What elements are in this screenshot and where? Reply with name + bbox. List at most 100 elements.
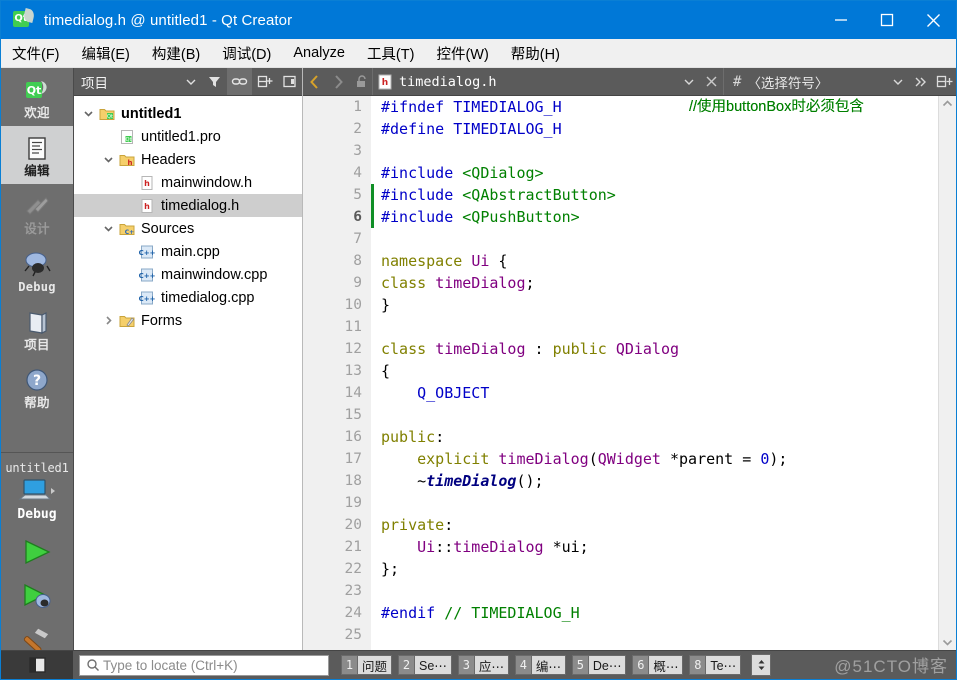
tree-item[interactable]: h mainwindow.h bbox=[74, 171, 302, 194]
mode-edit[interactable]: 编辑 bbox=[1, 126, 73, 184]
filter-icon[interactable] bbox=[202, 68, 227, 95]
tree-item[interactable]: C++ main.cpp bbox=[74, 240, 302, 263]
locator-input[interactable]: Type to locate (Ctrl+K) bbox=[79, 654, 329, 676]
mode-projects[interactable]: 项目 bbox=[1, 300, 73, 358]
mode-help[interactable]: ? 帮助 bbox=[1, 358, 73, 416]
code-line: }; bbox=[371, 558, 938, 580]
toolbar-overflow-icon[interactable] bbox=[910, 68, 933, 95]
qt-project-icon: Qt bbox=[96, 106, 118, 122]
menu-debug[interactable]: 调试(D) bbox=[211, 39, 282, 68]
minimize-button[interactable] bbox=[818, 1, 864, 39]
run-button[interactable] bbox=[17, 536, 57, 568]
tree-item[interactable]: h Headers bbox=[74, 148, 302, 171]
unlocked-padlock-icon[interactable] bbox=[349, 68, 372, 95]
code-line: namespace Ui { bbox=[371, 250, 938, 272]
up-down-arrows-icon[interactable] bbox=[751, 654, 772, 676]
code-text-area[interactable]: #ifndef TIMEDIALOG_H #define TIMEDIALOG_H… bbox=[371, 96, 938, 650]
code-line: class timeDialog : public QDialog bbox=[371, 338, 938, 360]
code-token: }; bbox=[381, 560, 400, 578]
close-button[interactable] bbox=[910, 1, 956, 39]
chevron-right-icon[interactable] bbox=[100, 315, 116, 326]
bug-icon bbox=[23, 250, 51, 280]
kit-selector[interactable]: untitled1 Debug bbox=[1, 453, 73, 522]
code-token: ~ bbox=[381, 472, 427, 490]
tree-item[interactable]: Qt untitled1.pro bbox=[74, 125, 302, 148]
chevron-down-icon[interactable] bbox=[942, 638, 953, 647]
code-token: public bbox=[552, 340, 616, 358]
line-number: 9 bbox=[353, 275, 362, 291]
tree-item-label: mainwindow.cpp bbox=[161, 266, 268, 283]
chevron-down-icon[interactable] bbox=[80, 108, 96, 119]
open-file-combo[interactable]: h timedialog.h bbox=[372, 68, 700, 95]
menu-window[interactable]: 控件(W) bbox=[425, 39, 499, 68]
split-add-icon[interactable] bbox=[252, 68, 277, 95]
line-number-gutter: 1 2 3 4 5 6 7 8 9 10 11 12 13 14 15 16 17 18 19 20 21 22 23 24 2… bbox=[303, 96, 383, 650]
chevron-up-icon[interactable] bbox=[942, 99, 953, 108]
tree-item[interactable]: C++ mainwindow.cpp bbox=[74, 263, 302, 286]
modified-line-marker bbox=[371, 184, 374, 206]
code-token: { bbox=[489, 252, 508, 270]
maximize-button[interactable] bbox=[864, 1, 910, 39]
code-token: *ui; bbox=[543, 538, 589, 556]
split-editor-icon[interactable] bbox=[933, 68, 956, 95]
project-view-combo[interactable]: 项目 bbox=[74, 72, 202, 92]
debug-button[interactable] bbox=[17, 580, 57, 612]
output-pane-button[interactable]: 3 应⋯ bbox=[457, 655, 509, 675]
close-editor-icon[interactable] bbox=[700, 68, 723, 95]
menu-file[interactable]: 文件(F) bbox=[1, 39, 71, 68]
code-token: #define bbox=[381, 120, 454, 138]
menu-analyze[interactable]: Analyze bbox=[282, 41, 356, 65]
tree-item[interactable]: C++ timedialog.cpp bbox=[74, 286, 302, 309]
close-panel-icon[interactable] bbox=[277, 68, 302, 95]
mode-design[interactable]: 设计 bbox=[1, 184, 73, 242]
tree-item[interactable]: h timedialog.h bbox=[74, 194, 302, 217]
output-pane-button[interactable]: 8 Te⋯ bbox=[689, 655, 742, 675]
mode-welcome[interactable]: Qt 欢迎 bbox=[1, 68, 73, 126]
output-pane-button[interactable]: 1 问题 bbox=[341, 655, 393, 675]
chevron-down-icon[interactable] bbox=[100, 154, 116, 165]
menu-edit[interactable]: 编辑(E) bbox=[71, 39, 141, 68]
project-tree[interactable]: Qt untitled1 Qt untitled1.pro h Headers h mainw… bbox=[74, 96, 302, 650]
menu-build[interactable]: 构建(B) bbox=[141, 39, 211, 68]
code-line: #include <QDialog> bbox=[371, 162, 938, 184]
link-sync-icon[interactable] bbox=[227, 68, 252, 95]
output-pane-button[interactable]: 4 编⋯ bbox=[514, 655, 566, 675]
forward-arrow-icon[interactable] bbox=[326, 68, 349, 95]
folder-forms-icon bbox=[116, 313, 138, 329]
line-number: 5 bbox=[353, 187, 362, 203]
svg-text:?: ? bbox=[33, 373, 41, 389]
chevron-down-icon[interactable] bbox=[100, 223, 116, 234]
code-token: explicit bbox=[417, 450, 499, 468]
code-line: explicit timeDialog(QWidget *parent = 0)… bbox=[371, 448, 938, 470]
tree-item[interactable]: Qt untitled1 bbox=[74, 102, 302, 125]
line-number: 16 bbox=[344, 429, 362, 445]
tree-item-label: mainwindow.h bbox=[161, 174, 253, 191]
code-token: timeDialog bbox=[435, 274, 526, 292]
tree-item[interactable]: Forms bbox=[74, 309, 302, 332]
output-pane-button[interactable]: 5 De⋯ bbox=[571, 655, 627, 675]
menu-help[interactable]: 帮助(H) bbox=[500, 39, 571, 68]
main-body: Qt 欢迎 编辑 设计 Debug 项目 ? 帮助 untitled1 Debu… bbox=[1, 68, 956, 653]
output-pane-button[interactable]: 2 Se⋯ bbox=[398, 655, 452, 675]
line-number: 18 bbox=[344, 473, 362, 489]
output-pane-number: 4 bbox=[514, 655, 532, 675]
line-number: 1 bbox=[353, 99, 362, 115]
header-file-icon: h bbox=[373, 74, 392, 90]
window-title: timedialog.h @ untitled1 - Qt Creator bbox=[44, 11, 293, 29]
code-token: class bbox=[381, 340, 436, 358]
symbol-hash-icon: # bbox=[733, 73, 742, 90]
line-number: 2 bbox=[353, 121, 362, 137]
code-editor[interactable]: 1 2 3 4 5 6 7 8 9 10 11 12 13 14 15 16 17 18 19 20 21 22 23 24 2… bbox=[303, 96, 956, 650]
menu-tools[interactable]: 工具(T) bbox=[356, 39, 426, 68]
symbol-selector-combo[interactable]: # 〈选择符号〉 bbox=[723, 68, 910, 95]
chevron-down-icon bbox=[893, 79, 903, 85]
tree-item[interactable]: C+ Sources bbox=[74, 217, 302, 240]
project-panel-toolbar: 项目 bbox=[74, 68, 302, 96]
mode-debug[interactable]: Debug bbox=[1, 242, 73, 300]
back-arrow-icon[interactable] bbox=[303, 68, 326, 95]
svg-text:C++: C++ bbox=[139, 249, 155, 257]
editor-vertical-scrollbar[interactable] bbox=[938, 96, 956, 650]
output-pane-button[interactable]: 6 概⋯ bbox=[632, 655, 684, 675]
sidebar-toggle-icon[interactable] bbox=[1, 651, 73, 679]
